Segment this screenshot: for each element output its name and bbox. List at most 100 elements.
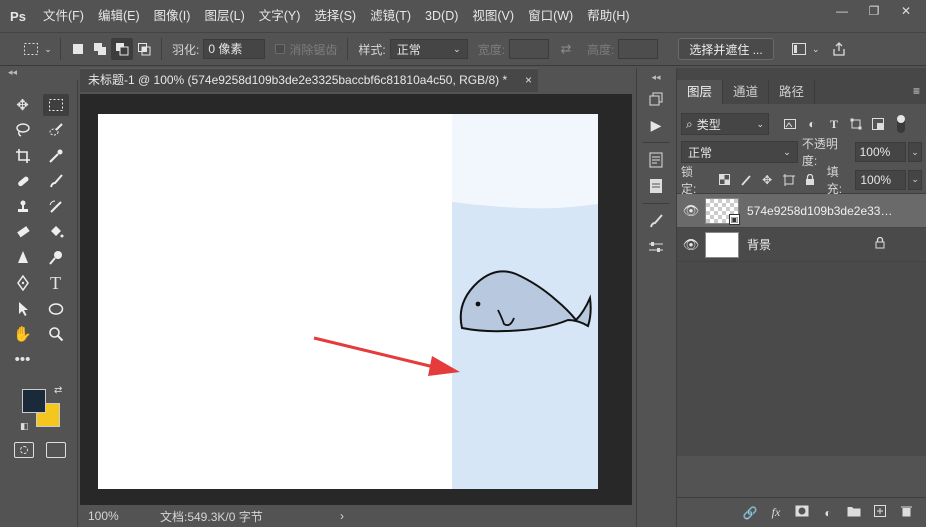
foreground-color-swatch[interactable] [22,389,46,413]
minimize-button[interactable]: — [828,2,856,20]
filter-smart-object-icon[interactable] [867,114,889,134]
default-colors-icon[interactable]: ◧ [20,421,29,432]
lasso-tool-icon[interactable] [10,119,36,141]
lock-artboard-icon[interactable] [778,170,799,190]
fill-input[interactable]: 100% [855,169,907,190]
lock-transparent-icon[interactable] [714,170,735,190]
clone-stamp-icon[interactable] [10,196,36,218]
brush-tool-icon[interactable] [43,170,69,192]
properties-panel-icon[interactable] [637,147,675,173]
filter-adjustment-icon[interactable]: ◐ [801,114,823,134]
status-menu-arrow[interactable]: › [340,509,344,523]
menu-edit[interactable]: 编辑(E) [91,0,147,32]
menu-image[interactable]: 图像(I) [147,0,198,32]
more-tools-icon[interactable]: ••• [10,349,36,371]
subtract-selection-icon[interactable] [111,38,133,60]
height-input[interactable] [618,39,659,59]
zoom-tool-icon[interactable] [43,323,69,345]
pen-tool-icon[interactable] [10,272,36,294]
lock-position-icon[interactable]: ✥ [756,170,777,190]
swap-colors-icon[interactable]: ⇄ [54,385,62,396]
restore-button[interactable]: ❐ [860,2,888,20]
move-tool-icon[interactable]: ✥ [10,94,36,116]
notes-panel-icon[interactable] [637,173,675,199]
eyedropper-tool-icon[interactable] [43,145,69,167]
chevron-down-icon[interactable]: ⌄ [42,38,54,60]
screen-mode-icon[interactable] [46,442,66,458]
menu-view[interactable]: 视图(V) [465,0,521,32]
menu-select[interactable]: 选择(S) [307,0,363,32]
adjustment-icon[interactable]: ◐ [815,506,841,520]
document-tab[interactable]: 未标题-1 @ 100% (574e9258d109b3de2e3325bacc… [80,68,538,92]
history-brush-icon[interactable] [43,196,69,218]
panel-menu-icon[interactable]: ≡ [913,84,920,98]
link-icon[interactable]: 🔗 [737,506,763,520]
layer-row[interactable]: 👁 背景 [677,228,926,262]
opacity-input[interactable]: 100% [854,142,907,162]
marquee-tool-icon[interactable] [42,93,69,116]
type-tool-icon[interactable]: T [43,272,69,294]
intersect-selection-icon[interactable] [133,38,155,60]
lock-all-icon[interactable] [799,170,820,190]
brush-settings-icon[interactable] [637,208,675,234]
layer-row[interactable]: 👁 ▣ 574e9258d109b3de2e332... [677,194,926,228]
marquee-preset-icon[interactable] [20,38,42,60]
menu-file[interactable]: 文件(F) [36,0,91,32]
blur-tool-icon[interactable] [10,247,36,269]
canvas[interactable] [98,114,598,489]
quick-select-tool-icon[interactable] [43,119,69,141]
quick-mask-icon[interactable] [14,442,34,458]
menu-3d[interactable]: 3D(D) [418,0,465,32]
menu-filter[interactable]: 滤镜(T) [363,0,418,32]
antialias-checkbox[interactable] [275,44,286,54]
adjustments-sliders-icon[interactable] [637,234,675,260]
lock-icon[interactable] [875,236,885,252]
paint-bucket-icon[interactable] [43,221,69,243]
new-layer-icon[interactable] [867,505,893,520]
close-window-button[interactable]: ✕ [892,2,920,20]
swap-dimensions-icon[interactable]: ⇄ [555,38,577,60]
dodge-tool-icon[interactable] [43,247,69,269]
filter-pixel-icon[interactable] [779,114,801,134]
blend-mode-select[interactable]: 正常 ⌄ [681,141,798,163]
toolbox-collapse[interactable]: ◂◂ [0,66,78,78]
share-icon[interactable] [828,38,850,60]
layer-filter-select[interactable]: ⌕ 类型 ⌄ [681,113,769,135]
chevron-down-icon[interactable]: ⌄ [908,142,922,162]
tab-channels[interactable]: 通道 [723,80,770,104]
tab-paths[interactable]: 路径 [769,80,816,104]
visibility-eye-icon[interactable]: 👁 [677,237,705,253]
history-panel-icon[interactable] [637,86,675,112]
hand-tool-icon[interactable]: ✋ [10,323,36,345]
dock-collapse[interactable]: ◂◂ [637,68,675,86]
width-input[interactable] [509,39,550,59]
trash-icon[interactable] [893,505,919,520]
workspace-icon[interactable] [788,38,810,60]
visibility-eye-icon[interactable]: 👁 [677,203,705,219]
path-select-icon[interactable] [10,298,36,320]
ellipse-tool-icon[interactable] [43,298,69,320]
group-icon[interactable] [841,505,867,520]
chevron-down-icon[interactable]: ⌄ [810,38,822,60]
filter-toggle[interactable] [897,115,905,133]
lock-pixels-icon[interactable] [735,170,756,190]
style-select[interactable]: 正常 ⌄ [389,39,468,59]
menu-type[interactable]: 文字(Y) [252,0,308,32]
healing-brush-icon[interactable] [10,170,36,192]
menu-help[interactable]: 帮助(H) [580,0,636,32]
close-document-button[interactable]: × [525,69,532,92]
select-and-mask-button[interactable]: 选择并遮住 ... [678,38,774,60]
chevron-down-icon[interactable]: ⌄ [908,169,922,190]
tab-layers[interactable]: 图层 [677,80,724,104]
filter-type-icon[interactable]: T [823,114,845,134]
menu-window[interactable]: 窗口(W) [521,0,580,32]
zoom-level[interactable]: 100% [80,509,120,523]
add-selection-icon[interactable] [89,38,111,60]
new-selection-icon[interactable] [67,38,89,60]
actions-play-icon[interactable]: ▶ [637,112,675,138]
crop-tool-icon[interactable] [10,145,36,167]
mask-icon[interactable] [789,505,815,520]
fx-icon[interactable]: fx [763,505,789,520]
menu-layer[interactable]: 图层(L) [197,0,251,32]
filter-shape-icon[interactable] [845,114,867,134]
